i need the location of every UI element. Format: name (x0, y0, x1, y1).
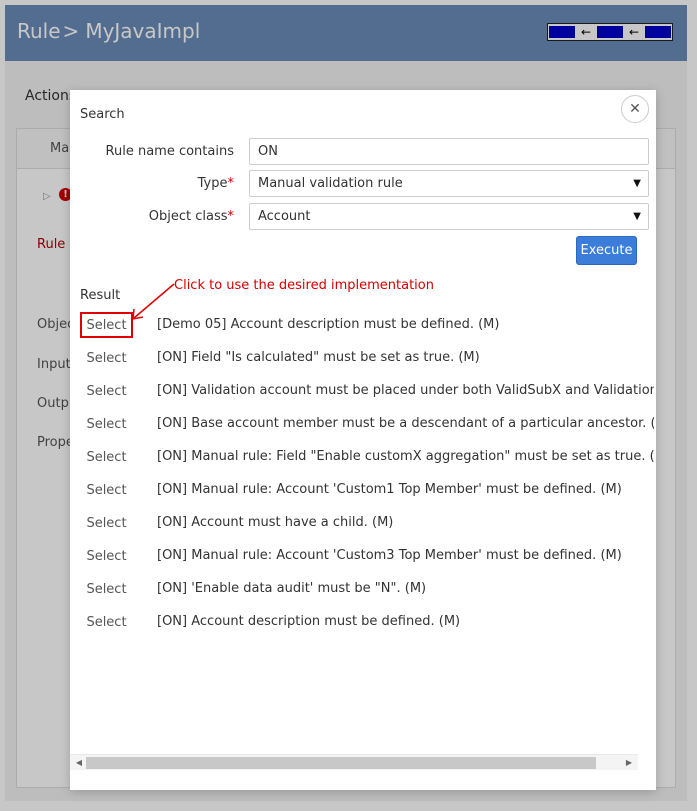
list-item: Select [ON] Account description must be d… (80, 609, 654, 642)
type-label: Type* (198, 176, 234, 191)
type-select[interactable]: Manual validation rule ▼ (249, 170, 649, 197)
result-text: [ON] Account description must be defined… (157, 614, 461, 629)
result-text: [ON] 'Enable data audit' must be "N". (M… (157, 581, 427, 596)
object-class-select-value: Account (258, 209, 311, 224)
list-item: Select [Demo 05] Account description must… (80, 312, 654, 345)
object-class-label-text: Object class (148, 209, 228, 224)
scrollbar-thumb[interactable] (86, 757, 596, 769)
select-link[interactable]: Select (80, 576, 133, 602)
rule-name-label: Rule name contains (106, 144, 234, 159)
dropdown-caret-icon: ▼ (633, 178, 641, 189)
result-label: Result (80, 288, 121, 303)
required-mark: * (227, 176, 235, 191)
result-text: [ON] Base account member must be a desce… (157, 416, 654, 431)
scroll-right-icon[interactable]: ▶ (622, 755, 636, 771)
dialog-title: Search (80, 107, 125, 122)
type-select-value: Manual validation rule (258, 176, 403, 191)
execute-button[interactable]: Execute (576, 236, 637, 265)
annotation-text: Click to use the desired implementation (174, 278, 434, 293)
type-label-text: Type (197, 176, 228, 191)
list-item: Select [ON] Manual rule: Account 'Custom3… (80, 543, 654, 576)
select-link[interactable]: Select (80, 444, 133, 470)
result-text: [ON] Field "Is calculated" must be set a… (157, 350, 480, 365)
scroll-left-icon[interactable]: ◀ (72, 755, 86, 771)
list-item: Select [ON] Manual rule: Account 'Custom1… (80, 477, 654, 510)
list-item: Select [ON] Base account member must be a… (80, 411, 654, 444)
select-link[interactable]: Select (80, 510, 133, 536)
select-link[interactable]: Select (80, 378, 133, 404)
result-text: [Demo 05] Account description must be de… (157, 317, 500, 332)
horizontal-scrollbar[interactable]: ◀ ▶ (70, 754, 638, 770)
select-link[interactable]: Select (80, 312, 133, 338)
result-text: [ON] Manual rule: Field "Enable customX … (157, 449, 654, 464)
object-class-select[interactable]: Account ▼ (249, 203, 649, 230)
result-list: Select [Demo 05] Account description must… (80, 312, 654, 752)
select-link[interactable]: Select (80, 609, 133, 635)
select-link[interactable]: Select (80, 411, 133, 437)
dropdown-caret-icon: ▼ (633, 211, 641, 222)
required-mark: * (227, 209, 235, 224)
search-dialog: Search ✕ Rule name contains ON Type* Man… (70, 90, 656, 790)
list-item: Select [ON] Manual rule: Field "Enable cu… (80, 444, 654, 477)
list-item: Select [ON] Account must have a child. (M… (80, 510, 654, 543)
list-item: Select [ON] Validation account must be pl… (80, 378, 654, 411)
result-text: [ON] Manual rule: Account 'Custom3 Top M… (157, 548, 622, 563)
result-text: [ON] Validation account must be placed u… (157, 383, 654, 398)
list-item: Select [ON] Field "Is calculated" must be… (80, 345, 654, 378)
select-link[interactable]: Select (80, 345, 133, 371)
rule-name-label-text: Rule name contains (105, 144, 234, 159)
rule-name-input[interactable]: ON (249, 138, 649, 165)
result-text: [ON] Account must have a child. (M) (157, 515, 394, 530)
select-link[interactable]: Select (80, 543, 133, 569)
result-text: [ON] Manual rule: Account 'Custom1 Top M… (157, 482, 622, 497)
close-icon[interactable]: ✕ (621, 95, 649, 123)
select-link[interactable]: Select (80, 477, 133, 503)
list-item: Select [ON] 'Enable data audit' must be "… (80, 576, 654, 609)
object-class-label: Object class* (149, 209, 234, 224)
